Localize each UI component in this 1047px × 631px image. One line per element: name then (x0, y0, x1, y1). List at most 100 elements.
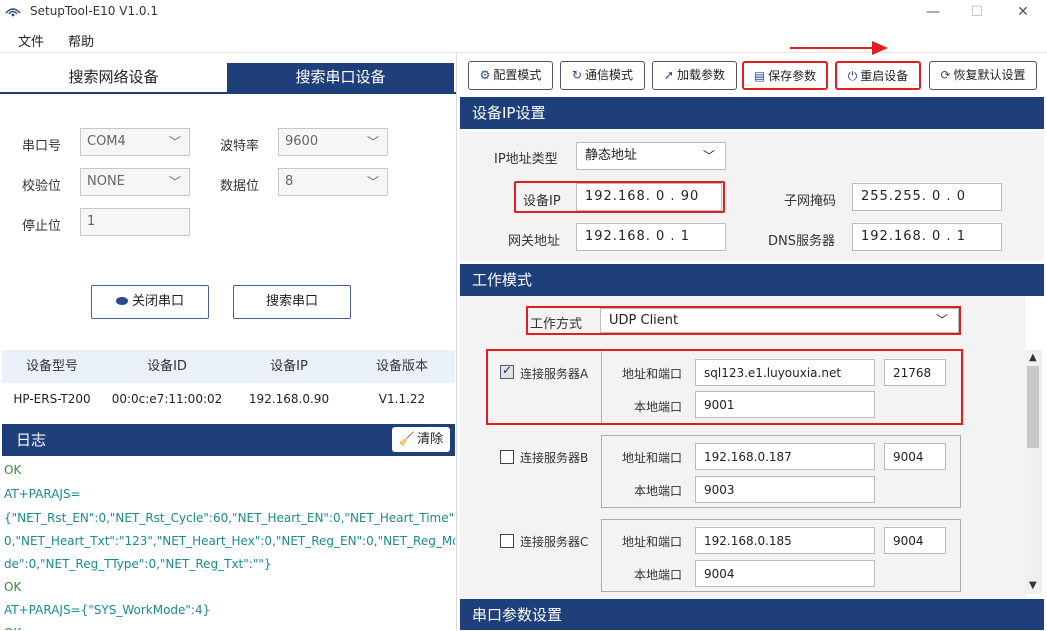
clear-log-button[interactable]: 🧹 清除 (392, 427, 450, 452)
restore-icon: ⟳ (940, 68, 951, 82)
server-b-port-input[interactable]: 9004 (884, 443, 946, 470)
save-params-button[interactable]: ▤ 保存参数 (742, 61, 828, 90)
server-c-local-port-input[interactable]: 9004 (695, 560, 875, 587)
server-b-address-input[interactable]: 192.168.0.187 (695, 443, 875, 470)
subnet-mask-input[interactable]: 255.255. 0 . 0 (852, 183, 1002, 211)
log-line: AT+PARAJS= (4, 487, 81, 501)
databits-label: 数据位 (220, 179, 260, 194)
chevron-down-icon: ﹀ (702, 149, 715, 163)
scroll-down-icon[interactable]: ▼ (1029, 580, 1037, 591)
save-params-label: 保存参数 (768, 69, 817, 83)
table-cell-ip[interactable]: 192.168.0.90 (239, 388, 339, 410)
work-mode-select[interactable]: UDP Client ﹀ (600, 308, 959, 333)
work-mode-value: UDP Client (609, 313, 679, 328)
table-cell-id[interactable]: 00:0c:e7:11:00:02 (107, 388, 227, 410)
log-line: 0,"NET_Heart_Txt":"123","NET_Heart_Hex":… (4, 534, 455, 548)
port-value: COM4 (87, 134, 126, 149)
stopbits-value: 1 (87, 214, 96, 229)
table-cell-version[interactable]: V1.1.22 (352, 388, 452, 410)
col-header-id: 设备ID (147, 359, 187, 374)
stopbits-select[interactable]: 1 (80, 208, 190, 236)
chevron-down-icon: ﹀ (366, 135, 379, 149)
chevron-down-icon: ﹀ (168, 135, 181, 149)
chevron-down-icon: ﹀ (935, 313, 948, 327)
baud-select[interactable]: 9600 ﹀ (278, 128, 388, 156)
scrollbar-thumb[interactable] (1027, 366, 1039, 448)
server-c-port-input[interactable]: 9004 (884, 527, 946, 554)
window-title: SetupTool-E10 V1.0.1 (30, 4, 158, 18)
clear-log-label: 清除 (417, 432, 444, 447)
log-line: {"NET_Rst_EN":0,"NET_Rst_Cycle":60,"NET_… (4, 511, 455, 525)
baud-label: 波特率 (220, 139, 260, 154)
left-tab-bar: 搜索网络设备 搜索串口设备 (0, 63, 456, 94)
refresh-icon: ↻ (571, 68, 583, 82)
load-params-button[interactable]: ➚ 加载参数 (652, 61, 737, 90)
search-port-button[interactable]: 搜索串口 (233, 285, 351, 319)
save-icon: ▤ (753, 69, 766, 83)
broom-icon: 🧹 (398, 432, 416, 447)
baud-value: 9600 (285, 134, 319, 149)
restore-defaults-button[interactable]: ⟳ 恢复默认设置 (929, 61, 1037, 90)
ip-settings-header: 设备IP设置 (460, 97, 1044, 129)
parity-label: 校验位 (22, 179, 62, 194)
server-c-checkbox[interactable] (500, 534, 514, 548)
table-cell-model[interactable]: HP-ERS-T200 (2, 388, 102, 410)
ip-type-label: IP地址类型 (494, 152, 558, 167)
device-table-header: 设备型号 设备ID 设备IP 设备版本 (2, 350, 455, 383)
serial-settings-header: 串口参数设置 (460, 599, 1044, 630)
close-window-button[interactable]: ✕ (1008, 2, 1038, 22)
work-mode-label: 工作方式 (530, 317, 583, 332)
col-header-model: 设备型号 (25, 359, 78, 374)
scroll-up-icon[interactable]: ▲ (1029, 352, 1037, 363)
gateway-input[interactable]: 192.168. 0 . 1 (576, 223, 726, 251)
server-b-checkbox[interactable] (500, 450, 514, 464)
menu-file[interactable]: 文件 (18, 31, 44, 50)
restart-device-button[interactable]: ⏻ 重启设备 (835, 61, 921, 90)
server-c-address-input[interactable]: 192.168.0.185 (695, 527, 875, 554)
server-b-addr-label: 地址和端口 (622, 451, 683, 465)
server-a-port-input[interactable]: 21768 (884, 359, 946, 386)
server-b-label: 连接服务器B (520, 451, 589, 465)
server-c-label: 连接服务器C (520, 535, 589, 549)
tab-search-network[interactable]: 搜索网络设备 (0, 63, 227, 92)
databits-select[interactable]: 8 ﹀ (278, 168, 388, 196)
comm-mode-label: 通信模式 (585, 68, 634, 82)
close-port-label: 关闭串口 (131, 294, 184, 309)
power-icon: ⏻ (847, 69, 858, 83)
server-c-addr-label: 地址和端口 (622, 535, 683, 549)
server-a-label: 连接服务器A (520, 367, 589, 381)
close-port-button[interactable]: 关闭串口 (91, 285, 209, 319)
server-a-local-port-input[interactable]: 9001 (695, 391, 875, 418)
config-mode-button[interactable]: ⚙ 配置模式 (468, 61, 553, 90)
minimize-button[interactable]: — (918, 2, 948, 22)
log-text-area[interactable]: OK AT+PARAJS= {"NET_Rst_EN":0,"NET_Rst_C… (2, 456, 455, 630)
menu-help[interactable]: 帮助 (68, 31, 94, 50)
port-select[interactable]: COM4 ﹀ (80, 128, 190, 156)
panel-splitter[interactable] (456, 53, 457, 630)
work-mode-header: 工作模式 (460, 264, 1044, 296)
load-params-label: 加载参数 (677, 68, 726, 82)
maximize-button[interactable]: ☐ (962, 2, 992, 22)
log-line: OK (4, 580, 22, 594)
ip-type-select[interactable]: 静态地址 ﹀ (576, 142, 726, 170)
ip-type-value: 静态地址 (585, 148, 638, 163)
subnet-mask-label: 子网掩码 (784, 194, 837, 209)
server-a-addr-label: 地址和端口 (622, 367, 683, 381)
restore-defaults-label: 恢复默认设置 (953, 68, 1026, 82)
port-status-icon (115, 297, 128, 305)
tab-search-serial[interactable]: 搜索串口设备 (227, 63, 454, 92)
server-a-address-input[interactable]: sql123.e1.luyouxia.net (695, 359, 875, 386)
config-mode-label: 配置模式 (493, 68, 542, 82)
device-ip-input[interactable]: 192.168. 0 . 90 (576, 183, 722, 211)
log-line: OK (4, 626, 21, 630)
server-a-checkbox[interactable] (500, 363, 514, 379)
device-ip-label: 设备IP (523, 194, 561, 209)
comm-mode-button[interactable]: ↻ 通信模式 (560, 61, 645, 90)
log-line: AT+PARAJS={"SYS_WorkMode":4} (4, 603, 211, 617)
menubar-divider (0, 52, 1047, 53)
server-b-local-port-input[interactable]: 9003 (695, 476, 875, 503)
parity-select[interactable]: NONE ﹀ (80, 168, 190, 196)
gateway-label: 网关地址 (508, 234, 561, 249)
log-line: de":0,"NET_Reg_TType":0,"NET_Reg_Txt":""… (4, 557, 272, 571)
dns-input[interactable]: 192.168. 0 . 1 (852, 223, 1002, 251)
